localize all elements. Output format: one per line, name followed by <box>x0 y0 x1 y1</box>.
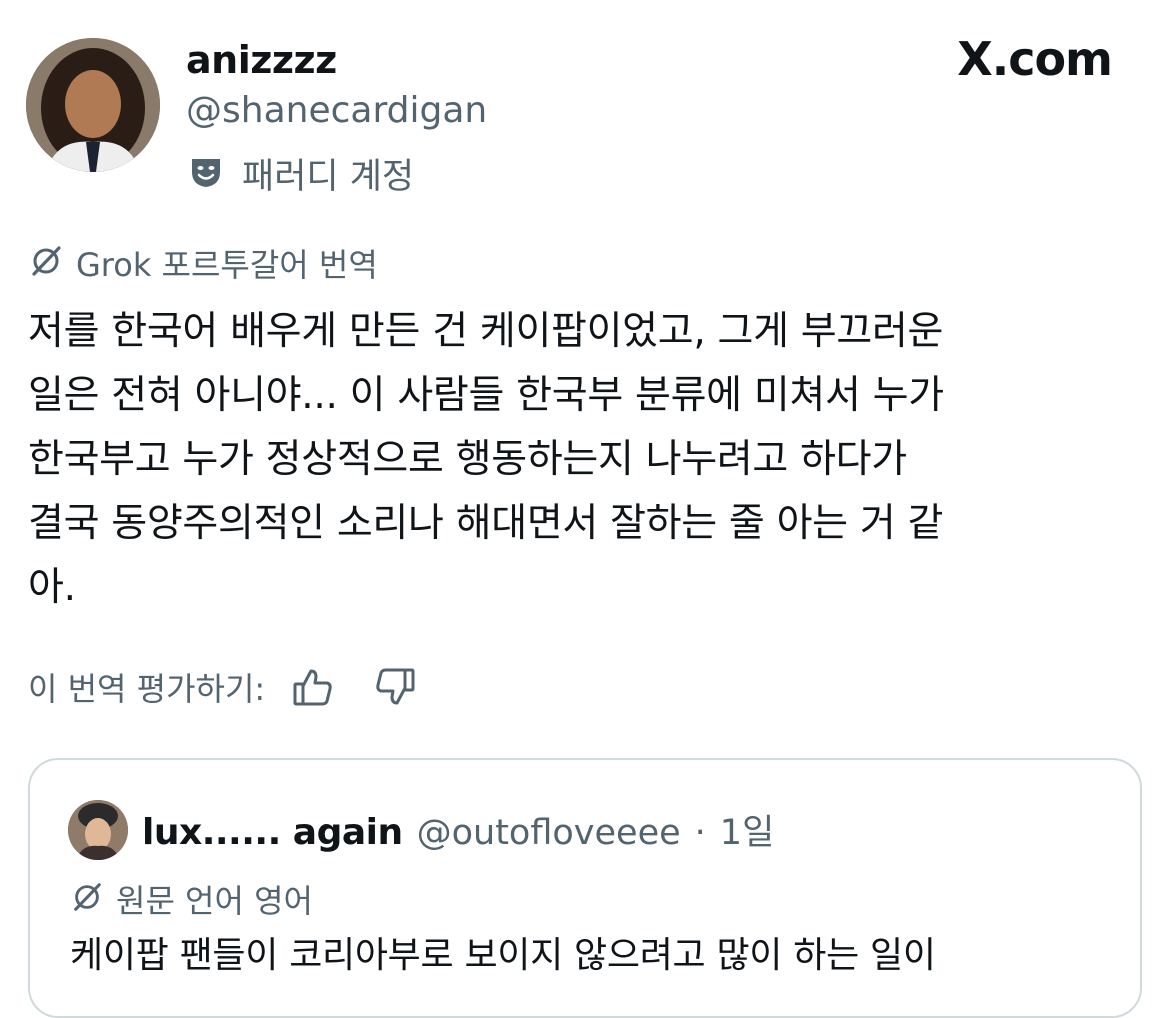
rate-translation-label: 이 번역 평가하기: <box>28 670 266 708</box>
quoted-author-handle[interactable]: @outofloveeee <box>417 813 681 853</box>
quoted-tweet-header: lux...... again @outofloveeee · 1일 <box>142 804 774 855</box>
quoted-time-separator: · <box>694 813 706 853</box>
quoted-author-display-name[interactable]: lux...... again <box>142 812 403 853</box>
quoted-tweet-time[interactable]: 1일 <box>720 804 774 855</box>
author-handle[interactable]: @shanecardigan <box>186 90 487 131</box>
tweet-text: 저를 한국어 배우게 만든 건 케이팝이었고, 그게 부끄러운 일은 전혀 아니… <box>28 309 944 610</box>
quoted-original-language-row: 원문 언어 영어 <box>70 876 313 922</box>
grok-slash-icon <box>70 880 104 918</box>
author-display-name[interactable]: anizzzz <box>186 38 337 82</box>
x-brand-logo: X.com <box>957 32 1113 86</box>
grok-slash-icon <box>28 243 64 283</box>
quoted-avatar-image <box>68 800 128 860</box>
thumbs-up-icon[interactable] <box>291 665 335 709</box>
parody-account-row: 패러디 계정 <box>188 148 414 199</box>
parody-account-label: 패러디 계정 <box>242 157 415 197</box>
theater-mask-icon <box>188 154 224 194</box>
quoted-tweet-card[interactable]: lux...... again @outofloveeee · 1일 원문 언어… <box>28 758 1142 1018</box>
quoted-author-avatar[interactable] <box>68 800 128 860</box>
quoted-original-language-label: 원문 언어 영어 <box>116 882 313 920</box>
avatar-image <box>26 38 160 172</box>
translation-source-label: Grok 포르투갈어 번역 <box>76 246 378 284</box>
thumbs-down-icon[interactable] <box>373 665 417 709</box>
author-avatar[interactable] <box>26 38 160 172</box>
translation-source-row: Grok 포르투갈어 번역 <box>28 240 378 286</box>
quoted-tweet-text: 케이팝 팬들이 코리아부로 보이지 않으려고 많이 하는 일이 <box>70 935 936 976</box>
rate-translation-row: 이 번역 평가하기: <box>28 664 455 710</box>
